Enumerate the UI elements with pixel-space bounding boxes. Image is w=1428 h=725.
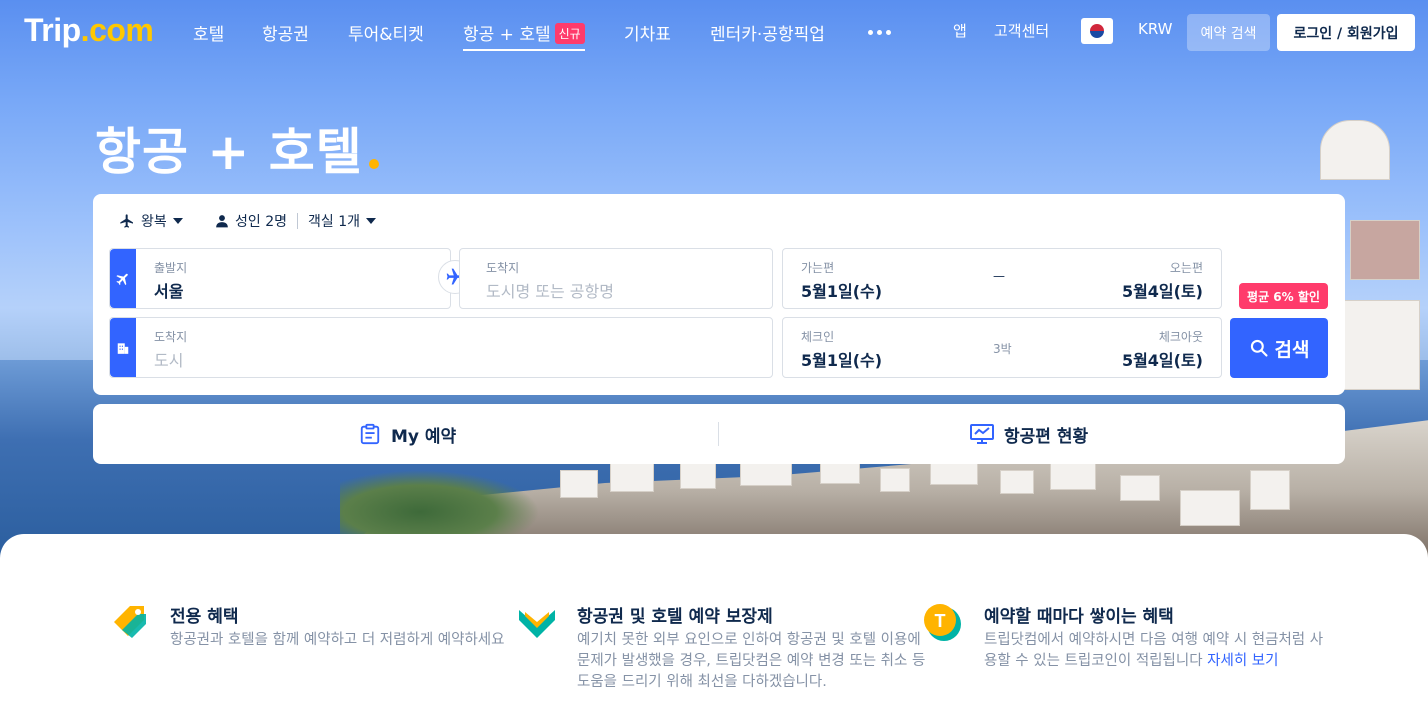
flight-origin-field[interactable]: 출발지 서울: [109, 248, 451, 309]
quick-links-card: My 예약 항공편 현황: [93, 404, 1345, 464]
benefit-description: 항공권과 호텔을 함께 예약하고 더 저렴하게 예약하세요: [170, 632, 505, 648]
new-badge: 신규: [554, 23, 585, 44]
nav-customer-support[interactable]: 고객센터: [994, 20, 1049, 41]
divider: [297, 213, 298, 229]
content-panel: [0, 534, 1428, 560]
destination-label: 도착지: [486, 261, 520, 275]
trip-logo[interactable]: Trip.com: [24, 12, 154, 49]
search-button[interactable]: 검색: [1230, 318, 1328, 378]
nights-count: 3박: [993, 342, 1012, 356]
more-icon[interactable]: [868, 30, 891, 35]
nav-car-rental[interactable]: 렌터카·공항픽업: [710, 20, 825, 45]
nav-flight-hotel-label: 항공 + 호텔: [463, 25, 551, 45]
benefit-description: 예기치 못한 외부 요인으로 인하여 항공권 및 호텔 이용에 문제가 발생했을…: [577, 632, 926, 690]
nav-app[interactable]: 앱: [953, 20, 967, 41]
korea-flag-icon[interactable]: [1081, 18, 1113, 44]
depart-date: 5월1일(수): [801, 282, 883, 301]
flight-status-link[interactable]: 항공편 현황: [970, 404, 1088, 464]
title-dot-icon: [368, 159, 379, 169]
search-button-label: 검색: [1274, 338, 1310, 361]
flight-status-icon: [970, 424, 994, 444]
learn-more-link[interactable]: 자세히 보기: [1207, 653, 1278, 669]
flight-dates-field[interactable]: 가는편 5월1일(수) — 오는편 5월4일(토): [782, 248, 1222, 309]
clipboard-icon: [360, 423, 380, 445]
svg-text:T: T: [935, 611, 946, 631]
currency-selector[interactable]: KRW: [1138, 20, 1172, 38]
find-bookings-button[interactable]: 예약 검색: [1187, 14, 1270, 51]
hotel-destination-placeholder: 도시: [154, 351, 184, 370]
price-tag-icon: [114, 606, 146, 638]
trip-type-label: 왕복: [141, 214, 167, 230]
flight-tab-icon: [110, 249, 136, 308]
benefit-title: 전용 혜택: [170, 607, 239, 627]
flight-destination-field[interactable]: 도착지 도시명 또는 공항명: [459, 248, 773, 309]
passengers-label: 성인 2명: [235, 214, 287, 230]
trip-type-selector[interactable]: 왕복: [119, 211, 183, 231]
benefit-title: 예약할 때마다 쌓이는 혜택: [984, 607, 1174, 627]
hero-greenery: [340, 470, 540, 540]
rooms-label: 객실 1개: [308, 214, 360, 230]
hotel-tab-icon: [110, 318, 136, 377]
chevron-down-icon: [366, 218, 376, 224]
divider: [718, 422, 719, 446]
nav-hotels[interactable]: 호텔: [193, 20, 224, 45]
origin-label: 출발지: [154, 261, 188, 275]
my-bookings-link[interactable]: My 예약: [359, 404, 456, 464]
chevron-down-icon: [172, 218, 183, 224]
passenger-room-selector[interactable]: 성인 2명 객실 1개: [215, 211, 376, 231]
shield-check-icon: [519, 610, 555, 638]
person-icon: [216, 215, 228, 228]
page-title: 항공 + 호텔: [95, 112, 379, 184]
checkout-date: 5월4일(토): [1121, 351, 1203, 370]
date-separator: —: [993, 269, 1005, 283]
checkin-label: 체크인: [801, 330, 835, 344]
checkout-label: 체크아웃: [1158, 330, 1203, 344]
trip-coin-icon: T: [924, 604, 961, 641]
search-card: 왕복 성인 2명 객실 1개 출발지 서울 도착지 도시명 또는 공항명 가는편…: [93, 194, 1345, 395]
airplane-icon: [120, 214, 133, 228]
discount-badge: 평균 6% 할인: [1239, 283, 1328, 309]
hotel-dates-field[interactable]: 체크인 5월1일(수) 3박 체크아웃 5월4일(토): [782, 317, 1222, 378]
search-icon: [1250, 339, 1268, 357]
nav-tours-tickets[interactable]: 투어&티켓: [348, 20, 424, 45]
origin-value: 서울: [154, 282, 184, 301]
depart-label: 가는편: [801, 261, 835, 275]
destination-placeholder: 도시명 또는 공항명: [486, 282, 614, 301]
nav-flights[interactable]: 항공권: [262, 20, 309, 45]
nav-trains[interactable]: 기차표: [624, 20, 671, 45]
checkin-date: 5월1일(수): [801, 351, 883, 370]
return-label: 오는편: [1169, 261, 1203, 275]
benefit-title: 항공권 및 호텔 예약 보장제: [577, 607, 773, 627]
hotel-destination-label: 도착지: [154, 330, 188, 344]
flight-status-label: 항공편 현황: [1004, 426, 1089, 447]
top-navigation: Trip.com 호텔 항공권 투어&티켓 항공 + 호텔 신규 기차표 렌터카·…: [0, 0, 1428, 64]
return-date: 5월4일(토): [1121, 282, 1203, 301]
my-bookings-label: My 예약: [391, 426, 457, 447]
login-signup-button[interactable]: 로그인 / 회원가입: [1277, 14, 1415, 51]
hotel-destination-field[interactable]: 도착지 도시: [109, 317, 773, 378]
nav-flight-hotel[interactable]: 항공 + 호텔 신규: [463, 20, 585, 51]
